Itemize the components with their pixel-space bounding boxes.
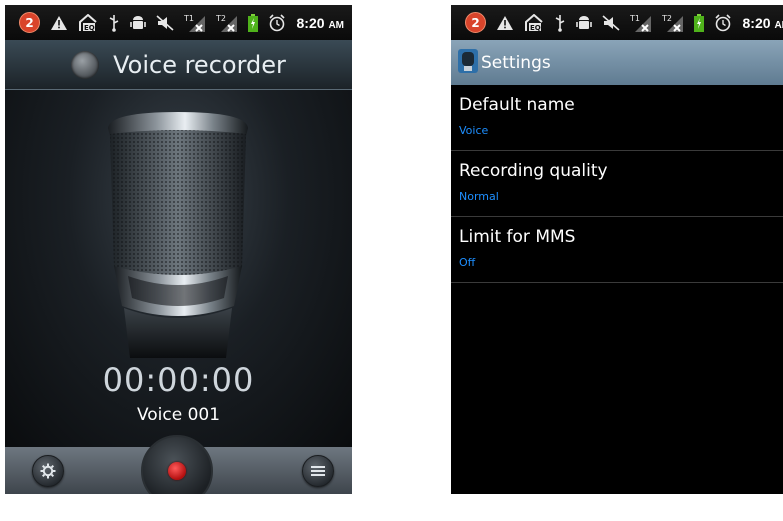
setting-value: Off bbox=[459, 256, 476, 269]
app-title-bar: Voice recorder bbox=[5, 40, 352, 90]
signal-sim2-icon: T2 bbox=[216, 12, 238, 34]
alarm-icon bbox=[714, 12, 732, 34]
app-title: Voice recorder bbox=[113, 50, 286, 79]
battery-icon bbox=[248, 12, 258, 34]
settings-title: Settings bbox=[481, 52, 551, 73]
setting-limit-for-mms[interactable]: Limit for MMS Off bbox=[451, 217, 783, 283]
setting-label: Recording quality bbox=[459, 161, 608, 181]
recorder-toolbar bbox=[5, 435, 352, 494]
mute-icon bbox=[156, 12, 174, 34]
notification-badge: 2 bbox=[465, 12, 486, 34]
setting-label: Limit for MMS bbox=[459, 227, 576, 247]
record-icon bbox=[168, 462, 186, 480]
signal-sim1-icon: T1 bbox=[630, 12, 652, 34]
alarm-icon bbox=[268, 12, 286, 34]
usb-icon bbox=[554, 12, 566, 34]
recording-file-name: Voice 001 bbox=[136, 405, 221, 425]
svg-text:T1: T1 bbox=[184, 14, 194, 23]
battery-icon bbox=[694, 12, 704, 34]
clock: 8:20 AM bbox=[742, 14, 783, 31]
list-button[interactable] bbox=[302, 455, 334, 487]
usb-icon bbox=[108, 12, 120, 34]
warning-icon bbox=[496, 12, 514, 34]
setting-label: Default name bbox=[459, 95, 575, 115]
settings-screen: 2 EQ T1 T2 8:20 AM bbox=[451, 5, 783, 494]
voice-recorder-screen: 2 EQ T1 T2 8:20 AM Voice recorder 00:00:… bbox=[5, 5, 352, 494]
signal-sim1-icon: T1 bbox=[184, 12, 206, 34]
status-bar[interactable]: 2 EQ T1 T2 8:20 AM bbox=[451, 5, 783, 40]
svg-text:T2: T2 bbox=[216, 14, 226, 23]
recorder-stage: 00:00:00 Voice 001 bbox=[5, 90, 352, 447]
settings-title-bar: Settings bbox=[451, 40, 783, 85]
setting-value: Voice bbox=[459, 124, 489, 137]
svg-text:EQ: EQ bbox=[84, 24, 95, 32]
clock: 8:20 AM bbox=[296, 14, 344, 31]
android-debug-icon bbox=[130, 12, 146, 34]
android-debug-icon bbox=[576, 12, 592, 34]
recorder-app-icon bbox=[457, 47, 479, 79]
setting-value: Normal bbox=[459, 190, 499, 203]
microphone-icon bbox=[108, 112, 248, 358]
signal-sim2-icon: T2 bbox=[662, 12, 684, 34]
eq-icon: EQ bbox=[78, 12, 98, 34]
list-icon bbox=[311, 466, 325, 476]
eq-icon: EQ bbox=[524, 12, 544, 34]
svg-text:EQ: EQ bbox=[530, 24, 541, 32]
setting-recording-quality[interactable]: Recording quality Normal bbox=[451, 151, 783, 217]
status-bar[interactable]: 2 EQ T1 T2 8:20 AM bbox=[5, 5, 352, 40]
svg-text:T2: T2 bbox=[662, 14, 672, 23]
settings-list: Default name Voice Recording quality Nor… bbox=[451, 85, 783, 283]
gear-icon bbox=[40, 463, 56, 479]
recording-timer: 00:00:00 bbox=[102, 361, 255, 399]
settings-button[interactable] bbox=[32, 455, 64, 487]
warning-icon bbox=[50, 12, 68, 34]
mute-icon bbox=[602, 12, 620, 34]
setting-default-name[interactable]: Default name Voice bbox=[451, 85, 783, 151]
notification-badge: 2 bbox=[19, 12, 40, 34]
svg-text:T1: T1 bbox=[630, 14, 640, 23]
recorder-status-icon bbox=[71, 50, 100, 79]
